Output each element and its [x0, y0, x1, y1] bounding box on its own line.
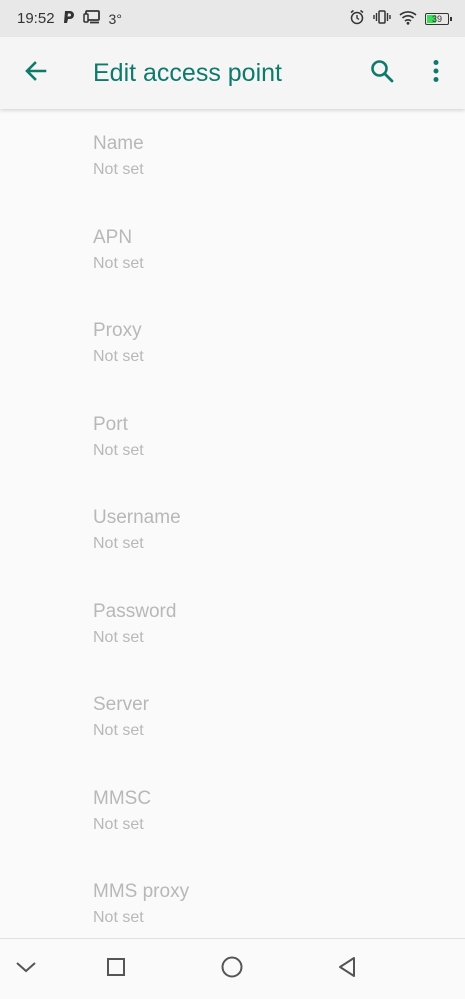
- pref-title: APN: [93, 226, 133, 248]
- pref-item-name[interactable]: Name Not set: [0, 109, 465, 203]
- chevron-down-icon: [15, 960, 37, 979]
- pref-summary: Not set: [93, 254, 144, 272]
- nav-hide-button[interactable]: [10, 953, 42, 985]
- circle-icon: [221, 956, 243, 983]
- search-button[interactable]: [360, 51, 404, 95]
- wifi-icon: [399, 10, 417, 28]
- pref-item-mmsc[interactable]: MMSC Not set: [0, 764, 465, 858]
- status-time: 19:52: [17, 10, 55, 27]
- preference-list: Name Not set APN Not set Proxy Not set P…: [0, 109, 465, 939]
- pref-summary: Not set: [93, 628, 144, 646]
- pref-item-mms-proxy[interactable]: MMS proxy Not set: [0, 857, 465, 939]
- pref-item-port[interactable]: Port Not set: [0, 390, 465, 484]
- pref-title: Port: [93, 413, 128, 435]
- battery-icon: 39: [425, 12, 452, 25]
- search-icon: [369, 58, 395, 89]
- status-left: 19:52 3°: [17, 10, 122, 27]
- battery-level: 39: [431, 13, 442, 24]
- page-title: Edit access point: [93, 59, 282, 87]
- pref-summary: Not set: [93, 722, 144, 739]
- back-button[interactable]: [14, 51, 58, 95]
- cast-screen-icon: [82, 10, 101, 27]
- p-app-icon: [63, 10, 75, 27]
- pref-title: MMS proxy: [93, 881, 190, 902]
- pref-summary: Not set: [93, 161, 144, 178]
- pref-item-username[interactable]: Username Not set: [0, 483, 465, 577]
- pref-title: Username: [93, 507, 181, 528]
- pref-title: Password: [93, 600, 177, 622]
- pref-item-password[interactable]: Password Not set: [0, 577, 465, 671]
- pref-summary: Not set: [93, 815, 144, 833]
- arrow-left-icon: [23, 58, 49, 89]
- temperature: 3°: [108, 10, 122, 27]
- pref-item-apn[interactable]: APN Not set: [0, 203, 465, 297]
- app-bar: Edit access point: [0, 37, 465, 109]
- pref-title: Proxy: [93, 320, 142, 341]
- more-options-button[interactable]: [414, 51, 458, 95]
- pref-summary: Not set: [93, 909, 144, 926]
- pref-summary: Not set: [93, 348, 144, 365]
- pref-summary: Not set: [93, 441, 144, 459]
- vibrate-icon: [373, 9, 391, 28]
- more-vert-icon: [432, 59, 440, 88]
- pref-item-proxy[interactable]: Proxy Not set: [0, 296, 465, 390]
- nav-back-button[interactable]: [331, 953, 363, 985]
- status-bar: 19:52 3° 39: [0, 0, 465, 37]
- alarm-icon: [349, 9, 365, 28]
- pref-title: MMSC: [93, 787, 152, 809]
- pref-item-server[interactable]: Server Not set: [0, 670, 465, 764]
- square-icon: [107, 957, 125, 981]
- pref-title: Server: [93, 694, 149, 715]
- nav-home-button[interactable]: [216, 953, 248, 985]
- screen: 19:52 3° 39 Edit access point Name Not s…: [0, 0, 465, 999]
- navigation-bar: [0, 938, 465, 999]
- status-right: 39: [349, 9, 452, 28]
- pref-summary: Not set: [93, 535, 144, 552]
- triangle-back-icon: [337, 956, 357, 983]
- nav-recents-button[interactable]: [100, 953, 132, 985]
- pref-title: Name: [93, 133, 144, 154]
